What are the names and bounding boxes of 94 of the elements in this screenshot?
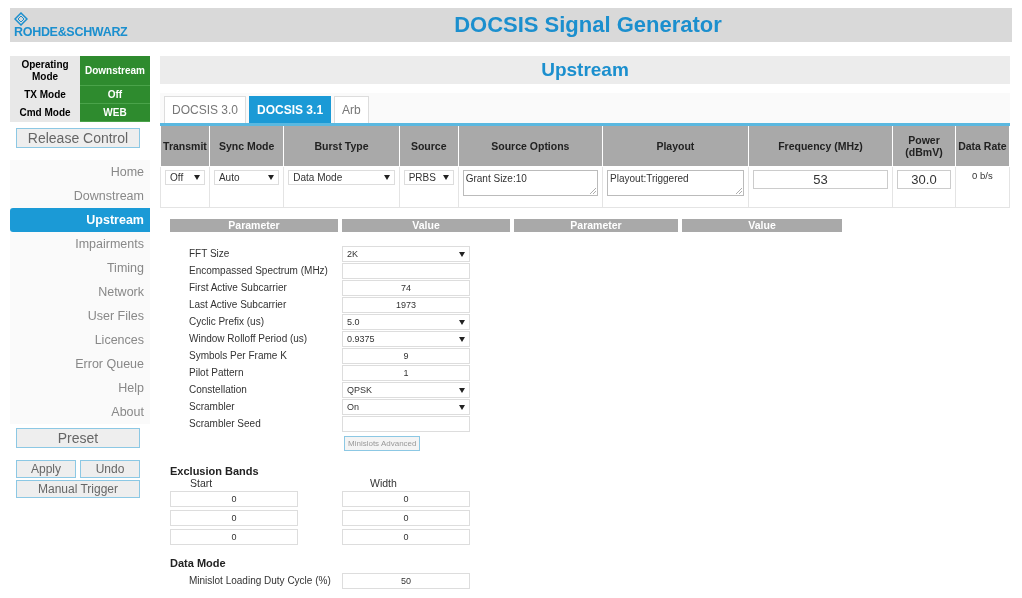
column-header: Value: [342, 219, 510, 232]
parameter-label: Constellation: [189, 383, 248, 397]
status-label: TX Mode: [23, 88, 67, 102]
input-field[interactable]: 53: [752, 170, 889, 189]
dropdown[interactable]: PRBS: [403, 170, 454, 185]
nav-item[interactable]: Licences: [10, 328, 150, 352]
column-header: Transmit: [160, 124, 210, 167]
diamond-logo-icon: [14, 11, 28, 26]
dropdown-arrow-icon: [459, 319, 465, 325]
parameter-label: Encompassed Spectrum (MHz): [189, 264, 329, 278]
text-area[interactable]: Grant Size:10: [462, 170, 599, 196]
column-header: Data Rate: [955, 124, 1010, 167]
manual-trigger-button[interactable]: Manual Trigger: [16, 480, 140, 498]
nav-item[interactable]: User Files: [10, 304, 150, 328]
company-logo-text: ROHDE&SCHWARZ: [14, 25, 129, 39]
preset-button[interactable]: Preset: [16, 428, 140, 448]
dropdown[interactable]: Off: [165, 170, 205, 185]
section-heading: Exclusion Bands: [170, 465, 260, 477]
release-control-button[interactable]: Release Control: [16, 128, 140, 148]
column-label: Width: [369, 477, 398, 489]
resize-grip-icon: [735, 188, 742, 194]
column-header: Burst Type: [283, 124, 400, 167]
nav-item[interactable]: Help: [10, 376, 150, 400]
parameter-label: FFT Size: [189, 247, 231, 261]
apply-button[interactable]: Apply: [16, 460, 76, 478]
column-header: Parameter: [514, 219, 678, 232]
parameter-label: Last Active Subcarrier: [189, 298, 288, 312]
column-header: Source Options: [458, 124, 603, 167]
nav-item[interactable]: Network: [10, 280, 150, 304]
status-value: Off: [80, 86, 150, 104]
dropdown-arrow-icon: [459, 336, 465, 342]
dropdown[interactable]: QPSK: [342, 382, 470, 398]
status-value: Downstream: [80, 56, 150, 86]
dropdown-arrow-icon: [459, 404, 465, 410]
dropdown[interactable]: Auto: [213, 170, 280, 185]
nav-item[interactable]: Timing: [10, 256, 150, 280]
dropdown[interactable]: 2K: [342, 246, 470, 262]
input-field[interactable]: 1: [342, 365, 470, 381]
parameter-label: Minislot Loading Duty Cycle (%): [189, 574, 332, 588]
column-header: Playout: [602, 124, 749, 167]
parameter-label: Scrambler Seed: [189, 417, 262, 431]
parameter-label: Window Rolloff Period (us): [189, 332, 309, 346]
parameter-label: Symbols Per Frame K: [189, 349, 288, 363]
input-field[interactable]: 9: [342, 348, 470, 364]
input-field[interactable]: 0: [170, 529, 298, 545]
column-header: Sync Mode: [209, 124, 284, 167]
tab[interactable]: Arb: [334, 96, 369, 123]
resize-grip-icon: [590, 188, 597, 194]
parameter-label: Scrambler: [189, 400, 236, 414]
dropdown-arrow-icon: [459, 251, 465, 257]
dropdown-arrow-icon: [193, 175, 200, 180]
status-value: WEB: [80, 104, 150, 122]
column-header: Frequency (MHz): [748, 124, 893, 167]
dropdown-arrow-icon: [383, 175, 390, 180]
input-field[interactable]: 0: [170, 491, 298, 507]
input-field[interactable]: 50: [342, 573, 470, 589]
dropdown[interactable]: On: [342, 399, 470, 415]
input-field[interactable]: 0: [170, 510, 298, 526]
text-area[interactable]: Playout:Triggered: [607, 170, 744, 196]
column-header: Value: [682, 219, 842, 232]
column-label: Start: [189, 477, 214, 489]
dropdown-arrow-icon: [459, 387, 465, 393]
dropdown[interactable]: 0.9375: [342, 331, 470, 347]
input-field[interactable]: [342, 416, 470, 432]
tab[interactable]: DOCSIS 3.0: [164, 96, 247, 123]
input-field[interactable]: 30.0: [897, 170, 951, 189]
dropdown[interactable]: 5.0: [342, 314, 470, 330]
input-field[interactable]: [342, 263, 470, 279]
input-field[interactable]: 1973: [342, 297, 470, 313]
column-header: Parameter: [170, 219, 338, 232]
input-field[interactable]: 0: [342, 510, 470, 526]
nav-item[interactable]: Home: [10, 160, 150, 184]
nav-item[interactable]: Impairments: [10, 232, 150, 256]
data-rate-value: 0 b/s: [971, 170, 994, 181]
status-label: Cmd Mode: [18, 106, 72, 120]
app-title: DOCSIS Signal Generator: [453, 12, 723, 38]
nav-item[interactable]: About: [10, 400, 150, 424]
column-header: Source: [399, 124, 459, 167]
parameter-label: Pilot Pattern: [189, 366, 245, 380]
nav-item[interactable]: Downstream: [10, 184, 150, 208]
undo-button[interactable]: Undo: [80, 460, 140, 478]
parameter-label: First Active Subcarrier: [189, 281, 288, 295]
page-title: Upstream: [160, 56, 1010, 84]
nav-item[interactable]: Error Queue: [10, 352, 150, 376]
section-heading: Data Mode: [170, 557, 227, 569]
input-field[interactable]: 0: [342, 529, 470, 545]
status-label: Operating Mode: [20, 58, 70, 84]
column-header: Power (dBmV): [892, 124, 956, 167]
input-field[interactable]: 0: [342, 491, 470, 507]
dropdown-arrow-icon: [268, 175, 275, 180]
parameter-label: Cyclic Prefix (us): [189, 315, 265, 329]
dropdown[interactable]: Data Mode: [288, 170, 395, 185]
input-field[interactable]: 74: [342, 280, 470, 296]
dropdown-arrow-icon: [442, 175, 449, 180]
